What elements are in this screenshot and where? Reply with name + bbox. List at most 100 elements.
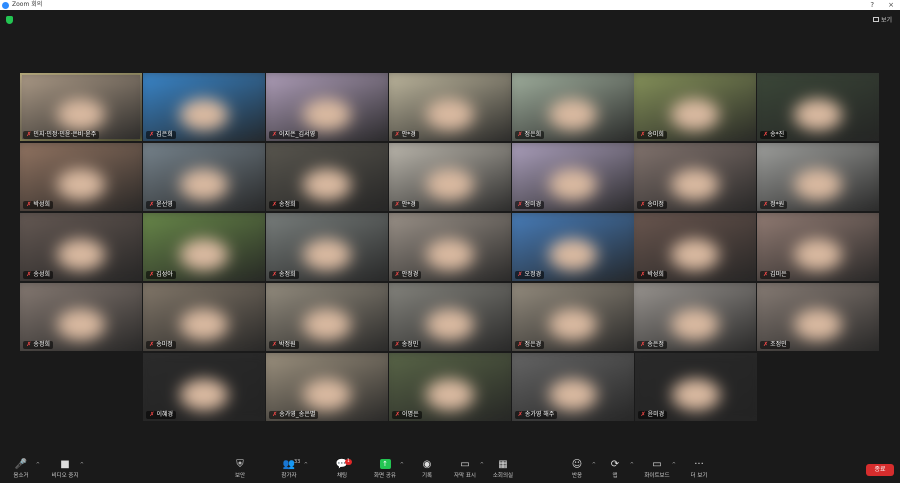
participant-tile[interactable]: ✗ 박성희 <box>20 143 143 211</box>
participant-tile[interactable]: ✗ 송정희 <box>265 213 388 281</box>
view-button[interactable]: 보기 <box>872 15 892 24</box>
muted-mic-icon: ✗ <box>640 201 646 208</box>
participant-name-text: 오정경 <box>524 271 542 278</box>
more-button[interactable]: ··· 더 보기 <box>682 458 716 479</box>
reactions-button[interactable]: ☺ 반응 ^ <box>560 458 596 479</box>
participant-name: ✗ 송미희 <box>637 131 667 139</box>
participant-tile[interactable]: ✗ 송성희 <box>20 213 143 281</box>
participant-tile[interactable]: ✗ 정*원 <box>757 143 880 211</box>
chevron-up-icon[interactable]: ^ <box>672 462 676 468</box>
participant-name-text: 송미희 <box>647 131 664 138</box>
chat-button[interactable]: 💬 1 채팅 <box>325 458 359 479</box>
microphone-icon: 🎤 <box>14 459 28 470</box>
participant-name: ✗ 송가영_송은별 <box>269 411 319 419</box>
participant-tile[interactable]: ✗ 정미경 <box>511 143 634 211</box>
participant-tile[interactable]: ✗ 송가영_송은별 <box>266 353 389 421</box>
window-titlebar: Zoom 회의 ? × <box>0 0 900 10</box>
participant-tile[interactable]: ✗ 조정민 <box>757 283 880 351</box>
whiteboard-button[interactable]: ▭ 화이트보드 ^ <box>640 458 676 479</box>
participant-name-text: 송은정 <box>647 341 664 348</box>
meeting-topbar: 보기 <box>0 10 900 30</box>
participant-tile[interactable]: ✗ 이혜경 <box>143 353 266 421</box>
muted-mic-icon: ✗ <box>640 341 646 348</box>
participant-tile[interactable]: ✗ 안*경 <box>388 73 511 141</box>
participant-name-text: 송정희 <box>278 271 296 278</box>
participant-tile[interactable]: ✗ 정은희 <box>511 73 634 141</box>
muted-mic-icon: ✗ <box>394 271 400 278</box>
muted-mic-icon: ✗ <box>517 131 523 138</box>
chevron-up-icon[interactable]: ^ <box>630 462 634 468</box>
participant-tile[interactable]: ✗ 민지·민정·민윤·은비·윤주 <box>20 73 143 141</box>
participant-tile[interactable]: ✗ 김성아 <box>143 213 266 281</box>
gallery-row: ✗ 박성희 ✗ 윤선영 ✗ 송정희 ✗ 안*경 ✗ 정미경 ✗ 송미정 ✗ 정*원 <box>20 142 880 212</box>
chevron-up-icon[interactable]: ^ <box>304 462 308 468</box>
participant-tile[interactable]: ✗ 김미은 <box>757 213 880 281</box>
participant-name: ✗ 송성희 <box>23 271 53 279</box>
muted-mic-icon: ✗ <box>271 201 277 208</box>
participant-tile[interactable]: ✗ 이지은_김서영 <box>265 73 388 141</box>
muted-mic-icon: ✗ <box>763 131 769 138</box>
muted-mic-icon: ✗ <box>517 201 523 208</box>
help-button[interactable]: ? <box>870 0 874 10</box>
muted-mic-icon: ✗ <box>149 201 155 208</box>
participant-name: ✗ 송정희 <box>268 271 299 279</box>
participant-name-text: 이혜경 <box>156 411 174 418</box>
shield-icon[interactable] <box>6 16 13 24</box>
participant-tile[interactable]: ✗ 안정경 <box>388 213 511 281</box>
participant-tile[interactable]: ✗ 윤미경 <box>634 353 757 421</box>
participant-tile[interactable]: ✗ 윤선영 <box>143 143 266 211</box>
mute-button[interactable]: 🎤 음소거 ^ <box>4 458 40 479</box>
participant-tile[interactable]: ✗ 안*경 <box>388 143 511 211</box>
chevron-up-icon[interactable]: ^ <box>592 462 596 468</box>
participant-tile[interactable]: ✗ 이명은 <box>389 353 511 421</box>
participant-name-text: 정미경 <box>524 201 542 208</box>
share-screen-button[interactable]: ↑ 화면 공유 ^ <box>368 458 404 479</box>
participant-tile[interactable]: ✗ 박정원 <box>265 283 388 351</box>
participant-tile[interactable]: ✗ 박성희 <box>634 213 757 281</box>
apps-button[interactable]: ⟳ 앱 ^ <box>598 458 634 479</box>
participant-name-text: 안정경 <box>401 271 419 278</box>
participant-name: ✗ 정은희 <box>514 131 545 139</box>
grid-icon: ▦ <box>498 459 508 470</box>
participants-button[interactable]: 👥 33 참가자 ^ <box>272 458 308 479</box>
participant-name: ✗ 윤미경 <box>637 411 668 419</box>
muted-mic-icon: ✗ <box>271 271 277 278</box>
participant-tile[interactable]: ✗ 송미희 <box>634 73 757 141</box>
participant-tile[interactable]: ✗ 송미정 <box>634 143 757 211</box>
breakout-rooms-button[interactable]: ▦ 소회의실 <box>486 458 520 479</box>
security-button[interactable]: ⛨ 보안 <box>223 458 257 479</box>
participant-name-text: 송정희 <box>278 201 296 208</box>
participant-tile[interactable]: ✗ 송은정 <box>634 283 757 351</box>
muted-mic-icon: ✗ <box>272 411 278 418</box>
end-meeting-button[interactable]: 종료 <box>866 464 894 476</box>
participant-name-text: 안*경 <box>401 131 416 138</box>
participant-tile[interactable]: ✗ 송정희 <box>265 143 388 211</box>
captions-button[interactable]: ▭ 자막 표시 ^ <box>448 458 484 479</box>
record-button[interactable]: ◉ 기록 <box>410 458 444 479</box>
muted-mic-icon: ✗ <box>149 341 155 348</box>
stop-video-button[interactable]: ■ 비디오 중지 ^ <box>48 458 84 479</box>
participant-tile[interactable]: ✗ 송정희 <box>20 283 143 351</box>
chevron-up-icon[interactable]: ^ <box>400 462 404 468</box>
participant-tile[interactable]: ✗ 송정민 <box>388 283 511 351</box>
close-button[interactable]: × <box>888 0 894 10</box>
participant-tile[interactable]: ✗ 송*진 <box>757 73 880 141</box>
muted-mic-icon: ✗ <box>640 271 646 278</box>
participant-tile[interactable]: ✗ 김은희 <box>143 73 266 141</box>
chevron-up-icon[interactable]: ^ <box>480 462 484 468</box>
participant-name: ✗ 안정경 <box>391 271 422 279</box>
participant-tile[interactable]: ✗ 송미정 <box>143 283 266 351</box>
chevron-up-icon[interactable]: ^ <box>80 462 84 468</box>
participant-name: ✗ 이혜경 <box>146 411 177 419</box>
participant-name: ✗ 이명은 <box>392 411 422 419</box>
participant-name: ✗ 송정희 <box>23 341 53 349</box>
share-label: 화면 공유 <box>374 473 396 479</box>
participant-name-text: 김미은 <box>770 271 787 278</box>
participant-tile[interactable]: ✗ 송가영 해주 <box>511 353 634 421</box>
muted-mic-icon: ✗ <box>640 131 646 138</box>
muted-mic-icon: ✗ <box>763 341 769 348</box>
participant-tile[interactable]: ✗ 오정경 <box>511 213 634 281</box>
participant-tile[interactable]: ✗ 정은경 <box>511 283 634 351</box>
participant-name-text: 민지·민정·민윤·은비·윤주 <box>33 131 97 138</box>
chevron-up-icon[interactable]: ^ <box>36 462 40 468</box>
